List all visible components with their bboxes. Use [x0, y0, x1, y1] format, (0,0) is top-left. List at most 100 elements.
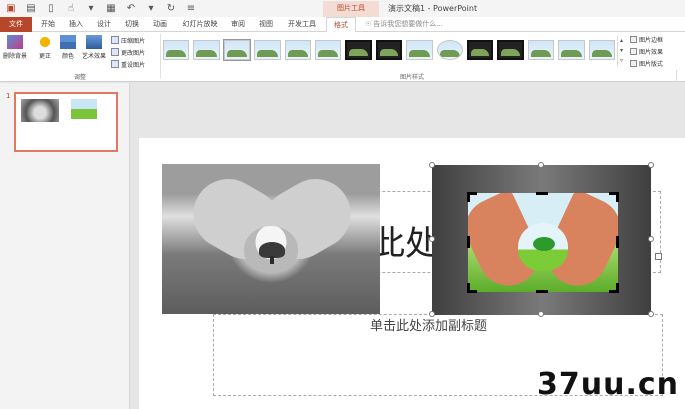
- tab-home[interactable]: 开始: [36, 17, 60, 32]
- present-icon[interactable]: ▦: [104, 2, 118, 15]
- crop-handle-top-left[interactable]: [467, 192, 477, 202]
- tell-me-box[interactable]: ☉ 告诉我您想要做什么...: [365, 17, 443, 32]
- slide-thumbnail[interactable]: [14, 92, 118, 152]
- crop-handle-bottom-left[interactable]: [467, 283, 477, 293]
- editing-canvas: 此处添加标题 单击此处添加副标题: [131, 83, 685, 409]
- gallery-scroll[interactable]: ▴ ▾ ▿: [617, 36, 625, 66]
- tab-file[interactable]: 文件: [0, 17, 32, 32]
- ribbon-tabs: 文件 开始 插入 设计 切换 动画 幻灯片放映 审阅 视图 开发工具 格式 ☉ …: [0, 17, 685, 33]
- artistic-effects-label: 艺术效果: [82, 53, 107, 60]
- resize-handle-bottom[interactable]: [538, 311, 544, 317]
- picture-style-7[interactable]: [345, 40, 372, 60]
- crop-handle-top[interactable]: [536, 192, 548, 195]
- touch-mode-icon[interactable]: ☝: [64, 2, 78, 15]
- tab-design[interactable]: 设计: [92, 17, 116, 32]
- picture-layout-icon: [630, 60, 637, 67]
- picture-style-6[interactable]: [314, 40, 342, 60]
- gallery-more-icon[interactable]: ▿: [618, 56, 625, 66]
- tab-slideshow[interactable]: 幻灯片放映: [180, 17, 220, 32]
- ribbon-format: 删除背景 更正 颜色 艺术效果 压缩图片 更改图片 重设图片 调整 ▴ ▾ ▿ …: [0, 32, 685, 106]
- picture-style-12[interactable]: [497, 40, 524, 60]
- picture-style-11[interactable]: [467, 40, 494, 60]
- customize-qat-icon[interactable]: ≡: [184, 2, 198, 15]
- scroll-up-icon[interactable]: ▴: [618, 36, 625, 46]
- tab-insert[interactable]: 插入: [64, 17, 88, 32]
- picture-effects-button[interactable]: 图片效果: [630, 47, 663, 56]
- tab-animations[interactable]: 动画: [148, 17, 172, 32]
- picture-style-2[interactable]: [193, 40, 220, 60]
- subtitle-text[interactable]: 单击此处添加副标题: [370, 315, 487, 334]
- crop-handle-bottom-right[interactable]: [609, 283, 619, 293]
- picture-style-3[interactable]: [222, 39, 252, 61]
- tab-review[interactable]: 审阅: [226, 17, 250, 32]
- corrections-label: 更正: [38, 53, 51, 60]
- picture-style-8[interactable]: [375, 40, 403, 60]
- color-label: 颜色: [61, 53, 74, 60]
- scroll-down-icon[interactable]: ▾: [618, 46, 625, 56]
- grayscale-heart-hands-picture[interactable]: [162, 164, 380, 314]
- sun-icon: [37, 35, 53, 49]
- picture-style-9[interactable]: [406, 40, 433, 60]
- tab-view[interactable]: 视图: [254, 17, 278, 32]
- change-picture-icon: [111, 48, 119, 56]
- picture-style-13[interactable]: [527, 40, 555, 60]
- picture-layout-label: 图片版式: [639, 61, 664, 68]
- remove-background-label: 删除背景: [3, 53, 28, 60]
- tell-me-text: 告诉我您想要做什么...: [373, 20, 443, 28]
- chevron-down-icon[interactable]: ▾: [144, 2, 158, 15]
- picture-style-15[interactable]: [588, 40, 616, 60]
- crop-region[interactable]: [468, 193, 618, 292]
- compress-pictures-button[interactable]: 压缩图片: [111, 35, 145, 45]
- picture-style-4[interactable]: [254, 40, 281, 60]
- change-picture-label: 更改图片: [121, 49, 146, 57]
- tab-transitions[interactable]: 切换: [120, 17, 144, 32]
- open-icon[interactable]: ▤: [24, 2, 38, 15]
- picture-style-14[interactable]: [558, 40, 585, 60]
- resize-handle-top-right[interactable]: [648, 162, 654, 168]
- slide-number: 1: [6, 92, 11, 100]
- crop-handle-bottom[interactable]: [536, 290, 548, 293]
- artistic-effects-button[interactable]: 艺术效果: [82, 35, 106, 60]
- picture-styles-gallery: [163, 36, 616, 66]
- resize-handle-right[interactable]: [648, 236, 654, 242]
- resize-handle-left[interactable]: [429, 236, 435, 242]
- layout-options-icon[interactable]: [655, 253, 662, 260]
- undo-icon[interactable]: ↶: [124, 2, 138, 15]
- artistic-effects-icon: [86, 35, 102, 49]
- crop-handle-left[interactable]: [467, 236, 470, 248]
- tab-developer[interactable]: 开发工具: [284, 17, 320, 32]
- picture-effects-icon: [630, 48, 637, 55]
- reset-picture-label: 重设图片: [121, 61, 146, 69]
- picture-layout-button[interactable]: 图片版式: [630, 59, 663, 68]
- lightbulb-icon: ☉: [365, 20, 372, 28]
- crop-handle-top-right[interactable]: [609, 192, 619, 202]
- chevron-down-icon[interactable]: ▾: [84, 2, 98, 15]
- resize-handle-bottom-right[interactable]: [648, 311, 654, 317]
- picture-style-10[interactable]: [436, 40, 463, 60]
- picture-border-button[interactable]: 图片边框: [630, 35, 663, 44]
- new-icon[interactable]: ▯: [44, 2, 58, 15]
- redo-icon[interactable]: ↻: [164, 2, 178, 15]
- watermark-logo: 37uu.cn: [537, 367, 679, 402]
- compress-icon: [111, 36, 119, 44]
- color-picture-icon: [60, 35, 76, 49]
- picture-style-1[interactable]: [163, 40, 190, 60]
- reset-picture-button[interactable]: 重设图片: [111, 59, 145, 69]
- resize-handle-bottom-left[interactable]: [429, 311, 435, 317]
- powerpoint-window: ▣ ▤ ▯ ☝ ▾ ▦ ↶ ▾ ↻ ≡ 图片工具 演示文稿1 - PowerPo…: [0, 0, 685, 409]
- resize-handle-top[interactable]: [538, 162, 544, 168]
- resize-handle-top-left[interactable]: [429, 162, 435, 168]
- quick-access-toolbar: ▣ ▤ ▯ ☝ ▾ ▦ ↶ ▾ ↻ ≡: [4, 2, 198, 15]
- tab-format[interactable]: 格式: [326, 17, 356, 33]
- picture-tools-label: 图片工具: [323, 1, 379, 17]
- picture-style-5[interactable]: [284, 40, 311, 60]
- color-heart-hands-picture[interactable]: [432, 165, 651, 315]
- change-picture-button[interactable]: 更改图片: [111, 47, 145, 57]
- corrections-button[interactable]: 更正: [37, 35, 53, 60]
- compress-label: 压缩图片: [121, 37, 146, 45]
- save-icon[interactable]: ▣: [4, 2, 18, 15]
- remove-background-button[interactable]: 删除背景: [3, 35, 27, 60]
- crop-handle-right[interactable]: [616, 236, 619, 248]
- title-bar: ▣ ▤ ▯ ☝ ▾ ▦ ↶ ▾ ↻ ≡ 图片工具 演示文稿1 - PowerPo…: [0, 0, 685, 17]
- color-button[interactable]: 颜色: [60, 35, 76, 60]
